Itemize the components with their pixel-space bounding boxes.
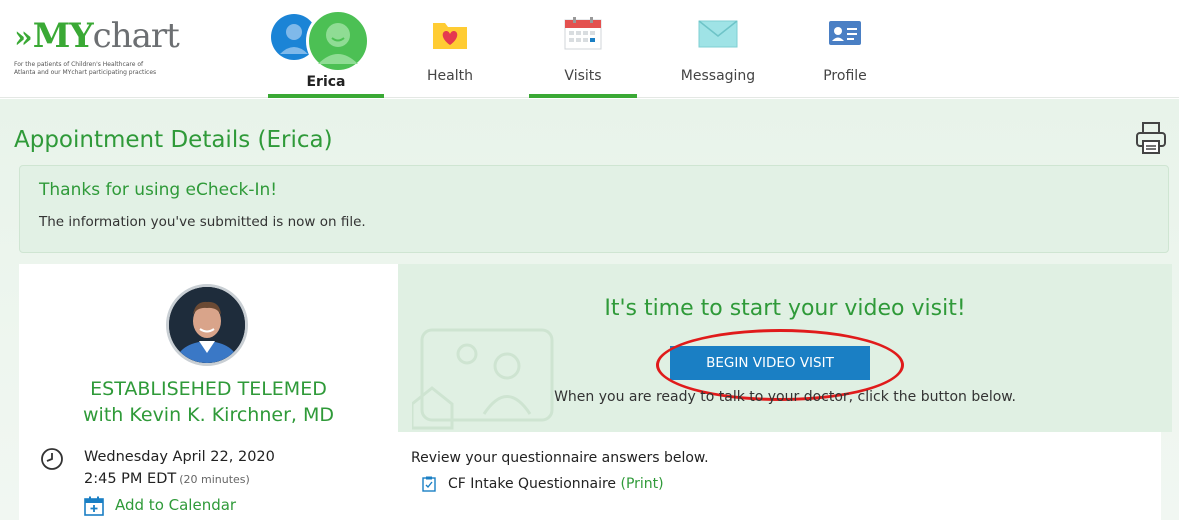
begin-video-visit-button[interactable]: BEGIN VIDEO VISIT bbox=[670, 346, 870, 380]
video-visit-panel: It's time to start your video visit! BEG… bbox=[398, 264, 1172, 432]
page-title-text: Appointment Details bbox=[14, 127, 251, 153]
visit-duration: (20 minutes) bbox=[179, 473, 250, 486]
profile-card-icon bbox=[829, 21, 861, 45]
nav-messaging-label: Messaging bbox=[680, 68, 756, 84]
visit-time: 2:45 PM EDT bbox=[84, 471, 177, 487]
logo-tagline-2: Atlanta and our MYchart participating pr… bbox=[14, 69, 157, 76]
video-call-illustration-icon bbox=[412, 328, 554, 430]
appointment-card: ESTABLISEHED TELEMED with Kevin K. Kirch… bbox=[19, 264, 398, 520]
nav-visits-label: Visits bbox=[564, 68, 602, 84]
nav-profile-label: Profile bbox=[823, 68, 867, 84]
nav-messaging[interactable]: Messaging bbox=[663, 0, 773, 98]
nav-visits-underline bbox=[529, 94, 637, 98]
logo-chart: chart bbox=[92, 16, 180, 56]
nav-health-label: Health bbox=[427, 68, 473, 84]
page-title: Appointment Details (Erica) bbox=[14, 127, 333, 153]
calendar-add-icon[interactable] bbox=[84, 496, 104, 516]
top-navigation: » MY chart For the patients of Children'… bbox=[0, 0, 1179, 98]
questionnaire-name-link[interactable]: CF Intake Questionnaire bbox=[448, 476, 616, 492]
logo-arrows: » bbox=[14, 20, 33, 55]
visits-calendar-icon bbox=[564, 17, 602, 50]
nav-profile[interactable]: Profile bbox=[800, 0, 890, 98]
video-visit-heading: It's time to start your video visit! bbox=[604, 296, 966, 321]
questionnaire-row: CF Intake Questionnaire (Print) bbox=[448, 476, 664, 492]
banner-title: Thanks for using eCheck-In! bbox=[39, 180, 278, 200]
logo-wordmark: » MY chart bbox=[14, 16, 234, 60]
patient-avatar-icon bbox=[306, 9, 370, 73]
mychart-logo[interactable]: » MY chart For the patients of Children'… bbox=[14, 16, 234, 76]
nav-active-underline bbox=[268, 94, 384, 98]
provider-photo bbox=[166, 284, 248, 366]
envelope-icon bbox=[698, 20, 738, 48]
health-folder-icon bbox=[433, 23, 467, 49]
visit-type: ESTABLISEHED TELEMED bbox=[90, 378, 327, 400]
page-title-patient: (Erica) bbox=[257, 127, 333, 153]
add-to-calendar-link[interactable]: Add to Calendar bbox=[115, 496, 236, 514]
questionnaire-section: Review your questionnaire answers below.… bbox=[398, 432, 1161, 520]
logo-tagline-1: For the patients of Children's Healthcar… bbox=[14, 61, 144, 68]
provider-name: with Kevin K. Kirchner, MD bbox=[83, 404, 334, 426]
appointment-details-page: Appointment Details (Erica) Thanks for u… bbox=[0, 99, 1179, 520]
nav-patient-name: Erica bbox=[306, 74, 346, 90]
banner-text: The information you've submitted is now … bbox=[39, 214, 366, 230]
questionnaire-print-link[interactable]: (Print) bbox=[621, 476, 664, 492]
clock-icon bbox=[41, 448, 63, 470]
printer-icon[interactable] bbox=[1135, 121, 1167, 155]
nav-visits[interactable]: Visits bbox=[529, 0, 637, 98]
questionnaire-intro: Review your questionnaire answers below. bbox=[411, 450, 709, 466]
clipboard-icon bbox=[422, 476, 436, 492]
logo-my: MY bbox=[32, 16, 94, 56]
visit-date: Wednesday April 22, 2020 bbox=[84, 449, 275, 465]
echeckin-success-banner: Thanks for using eCheck-In! The informat… bbox=[19, 165, 1169, 253]
nav-health[interactable]: Health bbox=[405, 0, 495, 98]
visit-time-row: 2:45 PM EDT (20 minutes) bbox=[84, 471, 250, 487]
video-visit-instructions: When you are ready to talk to your docto… bbox=[554, 389, 1016, 405]
nav-patient-switcher[interactable]: Erica bbox=[268, 0, 384, 98]
